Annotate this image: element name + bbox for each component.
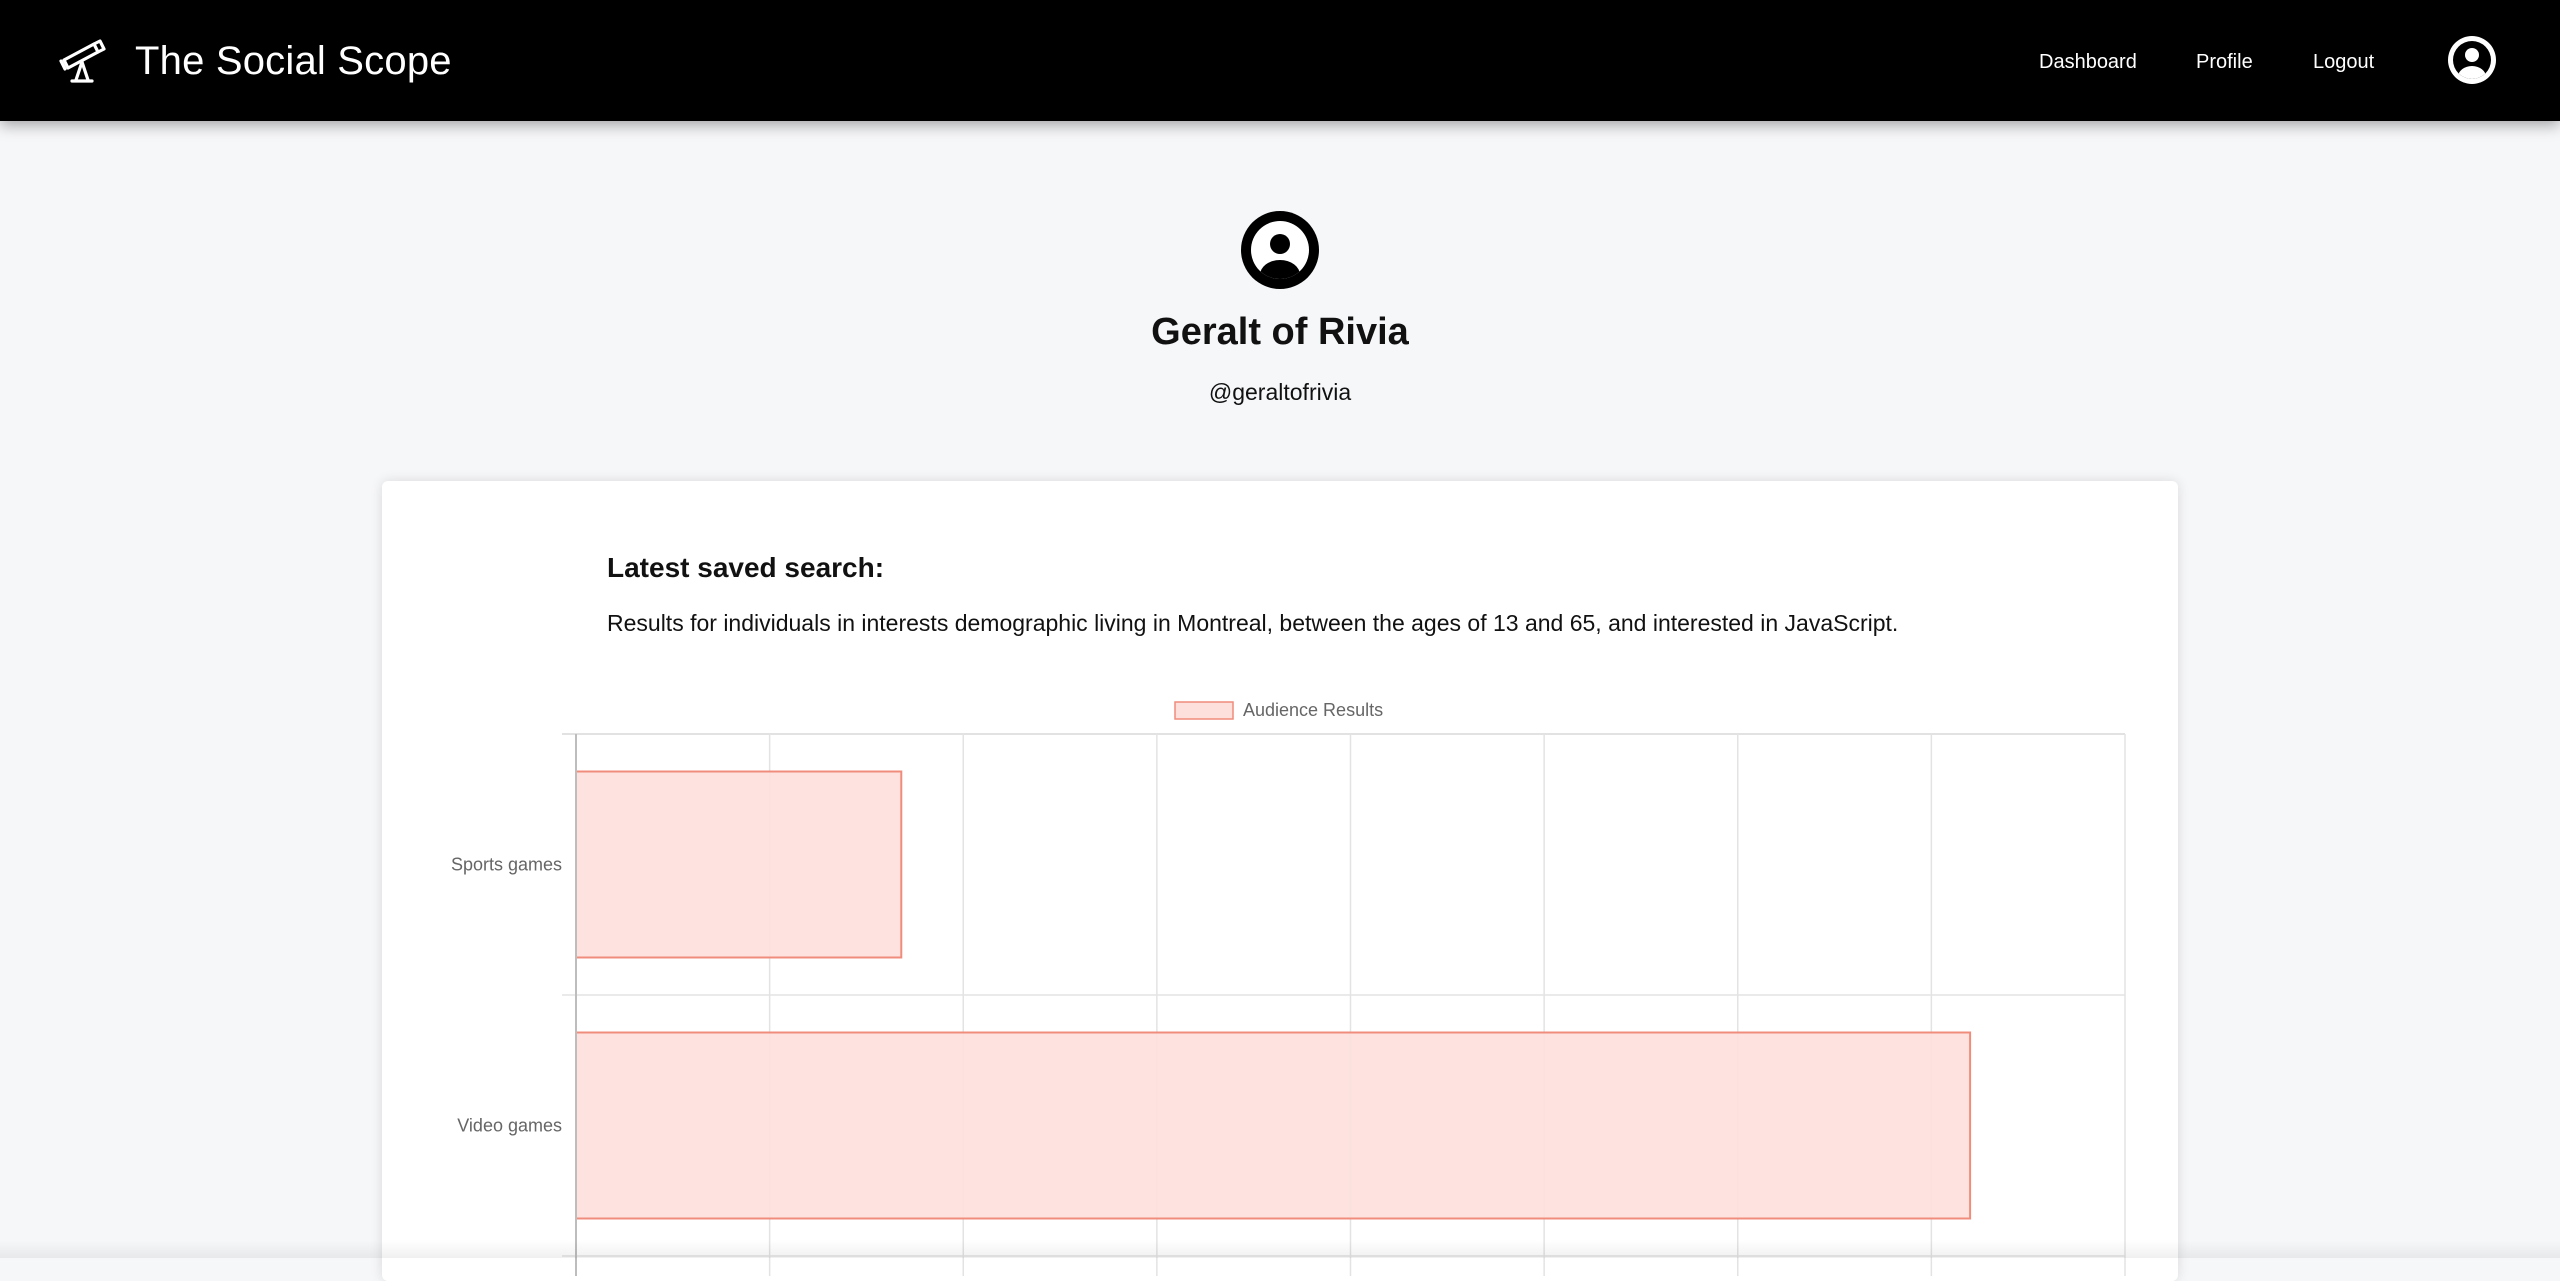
chart-bar — [575, 770, 903, 959]
brand-title[interactable]: The Social Scope — [135, 36, 452, 86]
nav-logout-link[interactable]: Logout — [2313, 50, 2374, 74]
profile-handle: @geraltofrivia — [1208, 379, 1352, 405]
user-circle-icon[interactable] — [2448, 36, 2496, 84]
category-label: Video games — [457, 1116, 562, 1136]
nav-profile-link[interactable]: Profile — [2196, 50, 2253, 74]
audience-results-chart: Audience Results Sports games Video games — [451, 700, 2126, 1276]
saved-search-card: Latest saved search: Results for individ… — [382, 481, 2178, 1281]
legend-label: Audience Results — [1243, 700, 1383, 720]
category-label: Sports games — [451, 855, 562, 875]
chart-bar — [575, 1031, 1972, 1220]
navbar: The Social Scope Dashboard Profile Logou… — [0, 0, 2560, 121]
telescope-icon — [59, 39, 106, 83]
profile-name: Geralt of Rivia — [1151, 311, 1409, 353]
nav-dashboard-link[interactable]: Dashboard — [2039, 50, 2137, 74]
legend-swatch — [1174, 701, 1234, 720]
profile-avatar-icon — [1241, 211, 1319, 289]
